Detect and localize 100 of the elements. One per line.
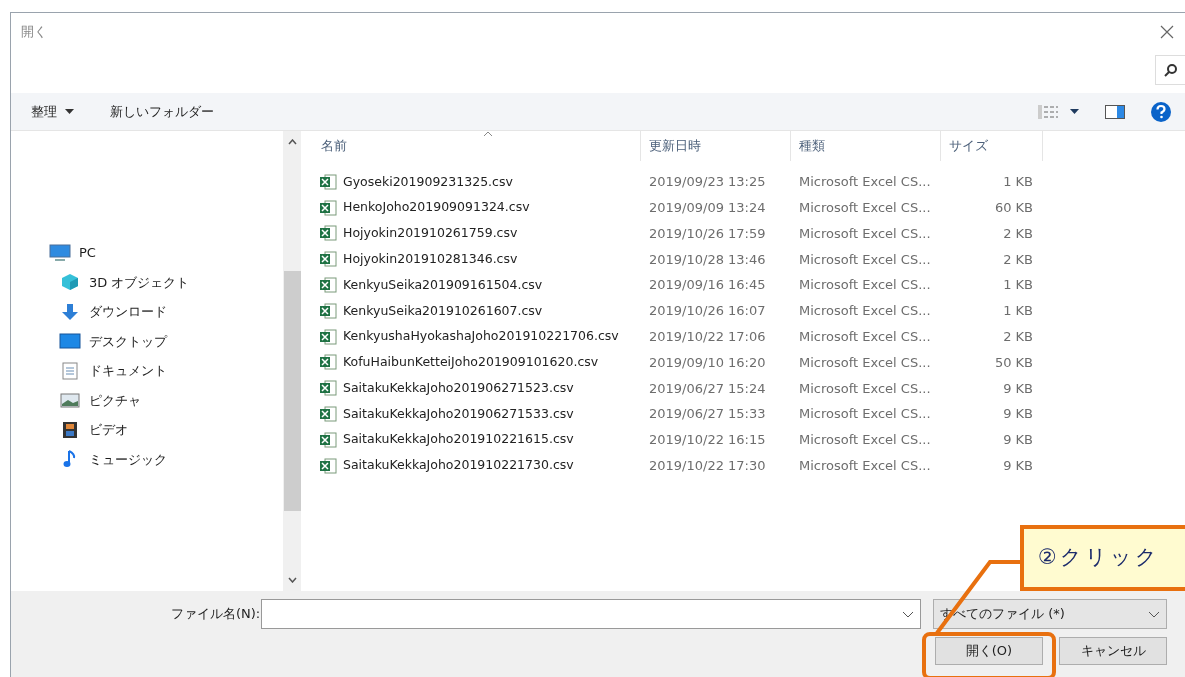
scroll-down-icon <box>287 577 297 583</box>
table-cell-text: 2 KB <box>1002 250 1034 269</box>
spreadsheet-file-icon <box>319 198 337 217</box>
nav-item[interactable]: ミュージック <box>11 444 283 474</box>
preview-pane-button[interactable] <box>1105 104 1125 119</box>
preview-pane-icon <box>1105 104 1125 119</box>
spreadsheet-file-icon <box>319 276 337 295</box>
table-cell-text: 2019/10/22 17:30 <box>648 456 767 475</box>
nav-item[interactable]: ビデオ <box>11 415 283 445</box>
file-name[interactable]: Hojyokin201910261759.csv <box>343 224 518 243</box>
table-cell-text: 9 KB <box>1002 431 1034 450</box>
file-name[interactable]: HenkoJoho201909091324.csv <box>343 198 530 218</box>
table-cell-text: Microsoft Excel CS... <box>798 276 932 295</box>
file-name[interactable]: Hojyokin201910281346.csv <box>343 249 518 269</box>
new-folder-button[interactable]: 新しいフォルダー <box>110 101 214 122</box>
cube-icon <box>61 273 79 292</box>
table-cell-text: 9 KB <box>1002 379 1034 398</box>
table-cell-text: Microsoft Excel CS... <box>798 327 932 346</box>
chevron-down-icon <box>902 610 914 618</box>
scrollbar[interactable] <box>283 131 301 591</box>
music-note-icon <box>63 450 77 469</box>
table-cell-text: 2019/10/22 17:06 <box>648 327 767 346</box>
table-cell-text: 1 KB <box>1002 302 1034 321</box>
view-options-button[interactable] <box>1038 104 1079 119</box>
computer-icon <box>49 243 71 262</box>
table-cell-text: 2019/10/22 16:15 <box>648 431 767 450</box>
callout-text: ②クリック <box>1038 544 1160 572</box>
table-cell-text: 50 KB <box>993 353 1034 372</box>
nav-item[interactable]: 3D オブジェクト <box>11 267 283 297</box>
spreadsheet-file-icon <box>319 379 337 398</box>
table-cell-text: 2 KB <box>1002 224 1034 243</box>
table-cell-text: 2019/10/26 16:07 <box>648 302 767 321</box>
spreadsheet-file-icon <box>319 172 337 191</box>
spreadsheet-file-icon <box>319 224 337 243</box>
table-cell-text: 2 KB <box>1002 327 1034 346</box>
spreadsheet-file-icon <box>319 430 337 449</box>
cancel-button[interactable]: キャンセル <box>1059 637 1167 665</box>
table-cell-text: 2019/09/23 13:25 <box>648 173 767 192</box>
column-header[interactable]: サイズ <box>941 131 1043 161</box>
caret-icon <box>65 109 74 114</box>
file-name[interactable]: SaitakuKekkaJoho201906271533.csv <box>343 404 574 424</box>
details-view-icon <box>1038 104 1058 119</box>
file-name[interactable]: KofuHaibunKetteiJoho201909101620.csv <box>343 353 599 372</box>
table-cell-text: 2019/06/27 15:24 <box>648 379 767 398</box>
table-cell-text: Microsoft Excel CS... <box>798 353 932 372</box>
filename-label: ファイル名(N): <box>171 605 261 624</box>
scroll-thumb[interactable] <box>283 271 301 511</box>
down-arrow-icon <box>61 302 79 321</box>
close-icon <box>1160 25 1174 39</box>
search-icon <box>1163 63 1178 77</box>
nav-item[interactable]: ドキュメント <box>11 356 283 386</box>
table-cell-text: Microsoft Excel CS... <box>798 431 932 450</box>
nav-item[interactable]: ダウンロード <box>11 297 283 327</box>
column-header[interactable]: 種類 <box>791 131 941 161</box>
chevron-down-icon <box>1148 610 1160 618</box>
nav-item[interactable]: デスクトップ <box>11 326 283 356</box>
search-field[interactable] <box>1155 55 1185 85</box>
spreadsheet-file-icon <box>319 301 337 320</box>
table-cell-text: Microsoft Excel CS... <box>798 456 932 475</box>
spreadsheet-file-icon <box>319 250 337 269</box>
spreadsheet-file-icon <box>319 327 337 346</box>
table-cell-text: Microsoft Excel CS... <box>798 224 932 243</box>
file-name[interactable]: KenkyushaHyokashaJoho201910221706.csv <box>343 327 619 347</box>
column-header[interactable]: 名前 <box>313 131 641 161</box>
nav-item[interactable]: ピクチャ <box>11 385 283 415</box>
organize-menu[interactable]: 整理 <box>31 101 74 122</box>
file-name[interactable]: KenkyuSeika201909161504.csv <box>343 275 543 295</box>
desktop-icon <box>59 333 81 350</box>
table-cell-text: 2019/09/09 13:24 <box>648 198 767 217</box>
file-name[interactable]: SaitakuKekkaJoho201910221615.csv <box>343 430 574 450</box>
table-cell-text: 1 KB <box>1002 173 1034 192</box>
spreadsheet-file-icon <box>319 353 337 372</box>
document-icon <box>62 361 78 380</box>
table-cell-text: 9 KB <box>1002 405 1034 424</box>
table-cell-text: Microsoft Excel CS... <box>798 379 932 398</box>
table-cell-text: 60 KB <box>993 198 1034 217</box>
caret-icon <box>1070 109 1079 114</box>
table-cell-text: Microsoft Excel CS... <box>798 173 932 192</box>
filename-field[interactable] <box>261 599 921 629</box>
nav-item[interactable]: PC <box>11 238 283 268</box>
help-button[interactable] <box>1151 101 1171 122</box>
spreadsheet-file-icon <box>319 456 337 475</box>
file-name[interactable]: SaitakuKekkaJoho201910221730.csv <box>343 456 574 476</box>
file-name[interactable]: Gyoseki201909231325.csv <box>343 172 513 192</box>
table-cell-text: 2019/09/10 16:20 <box>648 353 767 372</box>
file-name[interactable]: KenkyuSeika201910261607.csv <box>343 301 543 321</box>
column-header[interactable]: 更新日時 <box>641 131 791 161</box>
table-cell-text: 2019/09/16 16:45 <box>648 276 767 295</box>
table-cell-text: Microsoft Excel CS... <box>798 302 932 321</box>
file-name[interactable]: SaitakuKekkaJoho201906271523.csv <box>343 378 574 398</box>
table-cell-text: Microsoft Excel CS... <box>798 198 932 217</box>
table-cell-text: Microsoft Excel CS... <box>798 405 932 424</box>
table-cell-text: 9 KB <box>1002 456 1034 475</box>
table-cell-text: 2019/06/27 15:33 <box>648 405 767 424</box>
table-cell-text: Microsoft Excel CS... <box>798 250 932 269</box>
film-icon <box>62 420 78 439</box>
picture-icon <box>60 392 80 408</box>
open-button[interactable]: 開く(O) <box>935 637 1043 665</box>
scroll-up-icon <box>287 139 297 145</box>
table-cell-text: 2019/10/26 17:59 <box>648 224 767 243</box>
